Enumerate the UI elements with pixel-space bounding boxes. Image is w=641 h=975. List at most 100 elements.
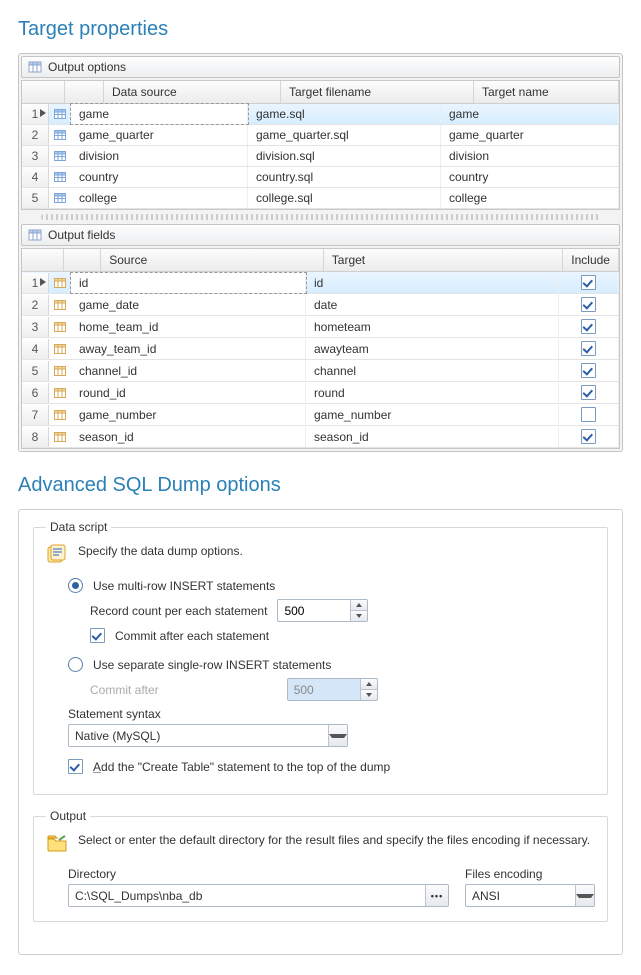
row-number[interactable]: 1 <box>22 104 49 124</box>
table-row[interactable]: 2 game_datedate <box>22 294 619 316</box>
cell-target[interactable]: hometeam <box>306 317 559 337</box>
row-number[interactable]: 5 <box>22 188 49 208</box>
row-number[interactable]: 2 <box>22 125 49 145</box>
table-row[interactable]: 4 countrycountry.sqlcountry <box>22 167 619 188</box>
cell-target-name[interactable]: game <box>441 104 619 124</box>
cell-target[interactable]: game_number <box>306 405 559 425</box>
cell-include[interactable] <box>559 294 619 315</box>
add-create-label: AAdd the "Create Table" statement to the… <box>93 760 390 774</box>
cell-target-filename[interactable]: game.sql <box>248 104 441 124</box>
cell-target-name[interactable]: college <box>441 188 619 208</box>
cell-data-source[interactable]: game <box>71 104 248 124</box>
cell-source[interactable]: round_id <box>71 383 306 403</box>
commit-after-label: Commit after <box>90 683 159 697</box>
cell-include[interactable] <box>559 316 619 337</box>
cell-include[interactable] <box>559 382 619 403</box>
cell-target[interactable]: season_id <box>306 427 559 447</box>
row-number[interactable]: 5 <box>22 361 49 381</box>
cell-target-name[interactable]: division <box>441 146 619 166</box>
cell-target-name[interactable]: game_quarter <box>441 125 619 145</box>
advanced-panel: Data script Specify the data dump option… <box>18 509 623 955</box>
cell-source[interactable]: season_id <box>71 427 306 447</box>
cell-data-source[interactable]: college <box>71 188 248 208</box>
output-fields-grid[interactable]: Source Target Include 1idid2game_datedat… <box>21 248 620 449</box>
stmt-syntax-select[interactable]: Native (MySQL) <box>68 724 348 747</box>
checkbox-icon <box>581 297 596 312</box>
table-row[interactable]: 8 season_idseason_id <box>22 426 619 448</box>
panel-splitter[interactable] <box>41 214 600 220</box>
cell-target-filename[interactable]: college.sql <box>248 188 441 208</box>
table-row[interactable]: 1 gamegame.sqlgame <box>22 104 619 125</box>
radio-multi-row[interactable]: Use multi-row INSERT statements <box>68 578 595 593</box>
cell-include[interactable] <box>559 426 619 447</box>
section-title-advanced: Advanced SQL Dump options <box>18 474 623 497</box>
col-target-filename: Target filename <box>281 81 474 103</box>
data-script-intro: Specify the data dump options. <box>78 544 243 558</box>
cell-target-filename[interactable]: division.sql <box>248 146 441 166</box>
encoding-select[interactable]: ANSI <box>465 884 595 907</box>
cell-target[interactable]: id <box>306 273 559 293</box>
cell-source[interactable]: game_date <box>71 295 306 315</box>
cell-data-source[interactable]: division <box>71 146 248 166</box>
checkbox-icon <box>581 363 596 378</box>
table-row[interactable]: 5 collegecollege.sqlcollege <box>22 188 619 209</box>
spin-up[interactable] <box>351 600 367 611</box>
record-count-spin[interactable] <box>277 599 368 622</box>
cell-target-filename[interactable]: game_quarter.sql <box>248 125 441 145</box>
cell-source[interactable]: home_team_id <box>71 317 306 337</box>
col-target: Target <box>324 249 564 271</box>
row-number[interactable]: 2 <box>22 295 49 315</box>
browse-button[interactable]: ••• <box>425 885 448 906</box>
cell-include[interactable] <box>559 272 619 293</box>
table-row[interactable]: 3 home_team_idhometeam <box>22 316 619 338</box>
add-create-check[interactable]: AAdd the "Create Table" statement to the… <box>68 759 595 774</box>
cell-target[interactable]: channel <box>306 361 559 381</box>
row-number[interactable]: 8 <box>22 427 49 447</box>
row-number[interactable]: 3 <box>22 146 49 166</box>
row-number[interactable]: 4 <box>22 339 49 359</box>
cell-target[interactable]: round <box>306 383 559 403</box>
row-number[interactable]: 7 <box>22 405 49 425</box>
row-number[interactable]: 1 <box>22 273 49 293</box>
chevron-down-icon <box>575 885 594 906</box>
table-row[interactable]: 3 divisiondivision.sqldivision <box>22 146 619 167</box>
col-data-source: Data source <box>104 81 281 103</box>
row-number[interactable]: 6 <box>22 383 49 403</box>
table-row[interactable]: 1 idid <box>22 272 619 294</box>
target-properties-panel: Output options Data source Target filena… <box>18 53 623 452</box>
cell-target-filename[interactable]: country.sql <box>248 167 441 187</box>
spin-down <box>361 690 377 700</box>
cell-include[interactable] <box>559 360 619 381</box>
record-count-input[interactable] <box>278 600 350 621</box>
cell-source[interactable]: game_number <box>71 405 306 425</box>
cell-data-source[interactable]: country <box>71 167 248 187</box>
commit-each-check[interactable]: Commit after each statement <box>90 628 595 643</box>
table-row[interactable]: 4 away_team_idawayteam <box>22 338 619 360</box>
radio-single-row[interactable]: Use separate single-row INSERT statement… <box>68 657 595 672</box>
cell-target[interactable]: awayteam <box>306 339 559 359</box>
directory-label: Directory <box>68 867 449 881</box>
table-row[interactable]: 2 game_quartergame_quarter.sqlgame_quarte… <box>22 125 619 146</box>
cell-target[interactable]: date <box>306 295 559 315</box>
output-options-header[interactable]: Output options <box>21 56 620 78</box>
cell-source[interactable]: away_team_id <box>71 339 306 359</box>
output-fields-header[interactable]: Output fields <box>21 224 620 246</box>
directory-input[interactable]: C:\SQL_Dumps\nba_db ••• <box>68 884 449 907</box>
column-icon <box>49 343 71 355</box>
cell-data-source[interactable]: game_quarter <box>71 125 248 145</box>
cell-target-name[interactable]: country <box>441 167 619 187</box>
spin-up <box>361 679 377 690</box>
table-row[interactable]: 7 game_numbergame_number <box>22 404 619 426</box>
output-options-grid[interactable]: Data source Target filename Target name … <box>21 80 620 210</box>
cell-source[interactable]: id <box>71 273 306 293</box>
spin-down[interactable] <box>351 611 367 621</box>
cell-include[interactable] <box>559 338 619 359</box>
table-row[interactable]: 5 channel_idchannel <box>22 360 619 382</box>
col-source: Source <box>101 249 324 271</box>
table-row[interactable]: 6 round_idround <box>22 382 619 404</box>
radio-icon <box>68 578 83 593</box>
cell-source[interactable]: channel_id <box>71 361 306 381</box>
row-number[interactable]: 4 <box>22 167 49 187</box>
cell-include[interactable] <box>559 404 619 425</box>
row-number[interactable]: 3 <box>22 317 49 337</box>
